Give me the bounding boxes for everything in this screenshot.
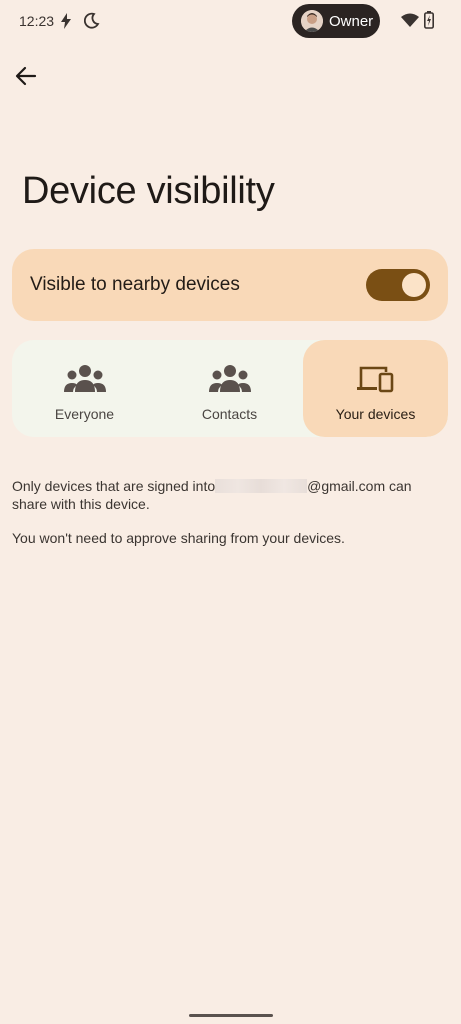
visibility-segmented-control: Everyone Contacts Your devices: [12, 340, 448, 437]
segment-label: Everyone: [54, 406, 115, 422]
switch-thumb: [402, 273, 426, 297]
owner-chip[interactable]: Owner: [292, 4, 380, 38]
segment-label: Your devices: [335, 406, 416, 422]
approval-note: You won't need to approve sharing from y…: [12, 530, 345, 546]
group-icon: [208, 365, 251, 392]
visibility-toggle-row[interactable]: Visible to nearby devices: [12, 249, 448, 321]
segment-your-devices[interactable]: Your devices: [303, 340, 448, 437]
avatar: [301, 10, 323, 32]
wifi-icon: [401, 13, 419, 33]
group-icon: [63, 365, 106, 392]
owner-label: Owner: [329, 12, 374, 30]
description-line-2: share with this device.: [12, 496, 150, 512]
segment-label: Contacts: [201, 406, 258, 422]
status-bar: 12:23 Owner: [0, 0, 461, 42]
description-suffix: @gmail.com can: [307, 478, 412, 494]
bolt-icon: [59, 12, 73, 35]
redacted-email: [215, 479, 308, 493]
visibility-toggle-label: Visible to nearby devices: [30, 274, 240, 295]
description-line-1: Only devices that are signed into @gmail.…: [12, 477, 448, 495]
description-text: Only devices that are signed into @gmail.…: [12, 477, 448, 513]
moon-icon: [83, 12, 100, 35]
battery-charging-icon: [424, 11, 434, 34]
visibility-switch[interactable]: [366, 269, 430, 301]
back-button[interactable]: [12, 62, 40, 90]
segment-contacts[interactable]: Contacts: [157, 340, 302, 437]
gesture-nav-handle[interactable]: [189, 1014, 273, 1017]
devices-icon: [356, 366, 393, 393]
page-title: Device visibility: [22, 170, 275, 212]
arrow-back-icon: [15, 66, 37, 86]
segment-everyone[interactable]: Everyone: [12, 340, 157, 437]
description-prefix: Only devices that are signed into: [12, 478, 216, 494]
status-time: 12:23: [19, 13, 55, 29]
